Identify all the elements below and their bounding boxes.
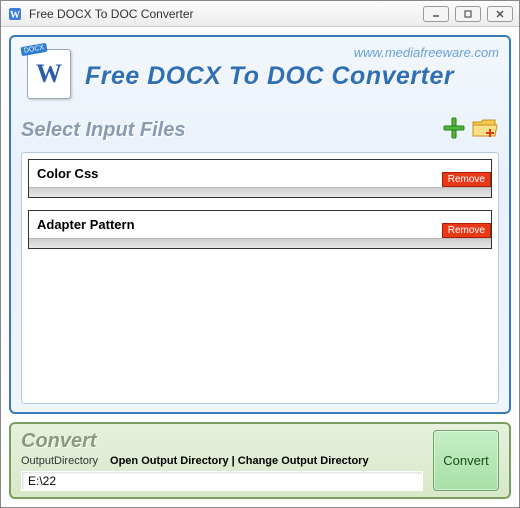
maximize-button[interactable]	[455, 6, 481, 22]
remove-button[interactable]: Remove	[442, 223, 491, 238]
convert-panel: Convert OutputDirectory Open Output Dire…	[9, 422, 511, 499]
file-toolbar	[441, 115, 499, 146]
input-section-title: Select Input Files	[21, 119, 185, 142]
close-button[interactable]	[487, 6, 513, 22]
window-title: Free DOCX To DOC Converter	[29, 7, 423, 21]
remove-button[interactable]: Remove	[442, 172, 491, 187]
main-panel: W DOCX www.mediafreeware.com Free DOCX T…	[9, 35, 511, 414]
output-directory-row: OutputDirectory Open Output Directory | …	[21, 455, 423, 467]
svg-text:W: W	[10, 10, 20, 21]
header-text: www.mediafreeware.com Free DOCX To DOC C…	[85, 45, 499, 91]
file-item: Color Css Remove	[28, 159, 492, 198]
window-controls	[423, 6, 513, 22]
file-list: Color Css Remove Adapter Pattern Remove	[21, 152, 499, 404]
input-section-header: Select Input Files	[21, 115, 499, 146]
progress-bar	[29, 238, 491, 248]
change-output-link[interactable]: Change Output Directory	[238, 455, 369, 467]
header-row: W DOCX www.mediafreeware.com Free DOCX T…	[21, 45, 499, 99]
content-area: W DOCX www.mediafreeware.com Free DOCX T…	[1, 27, 519, 507]
output-directory-input[interactable]	[21, 471, 423, 491]
output-directory-label: OutputDirectory	[21, 455, 98, 467]
app-titlebar-icon: W	[7, 6, 23, 22]
app-window: W Free DOCX To DOC Converter W DOCX	[0, 0, 520, 508]
app-title: Free DOCX To DOC Converter	[85, 62, 499, 91]
titlebar: W Free DOCX To DOC Converter	[1, 1, 519, 27]
convert-title: Convert	[21, 430, 423, 453]
app-logo-icon: W DOCX	[21, 45, 75, 99]
convert-button[interactable]: Convert	[433, 430, 499, 491]
progress-bar	[29, 187, 491, 197]
add-folder-icon[interactable]	[471, 116, 499, 145]
add-file-icon[interactable]	[441, 115, 467, 146]
logo-letter: W	[36, 59, 62, 89]
open-output-link[interactable]: Open Output Directory	[110, 455, 229, 467]
file-name: Color Css	[29, 160, 491, 187]
vendor-url: www.mediafreeware.com	[85, 45, 499, 60]
convert-settings: Convert OutputDirectory Open Output Dire…	[21, 430, 423, 491]
directory-links: Open Output Directory | Change Output Di…	[110, 455, 369, 467]
minimize-button[interactable]	[423, 6, 449, 22]
link-separator: |	[229, 455, 238, 467]
file-name: Adapter Pattern	[29, 211, 491, 238]
file-item: Adapter Pattern Remove	[28, 210, 492, 249]
